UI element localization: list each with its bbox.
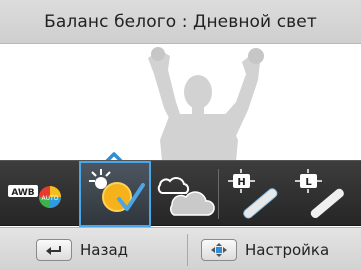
option-auto-wb[interactable]: AWB AUTO bbox=[4, 161, 74, 227]
fluorescent-l-label: L bbox=[305, 177, 312, 188]
settings-button[interactable]: Настройка bbox=[201, 228, 329, 270]
fluorescent-h-label: H bbox=[237, 177, 245, 188]
daylight-icon bbox=[89, 169, 145, 212]
back-key-icon bbox=[36, 238, 72, 261]
awb-label: AWB bbox=[11, 188, 34, 198]
fluorescent-l-icon: L bbox=[295, 169, 344, 219]
option-fluorescent-h[interactable]: H bbox=[220, 161, 286, 227]
cloudy-icon bbox=[157, 177, 215, 216]
settings-label: Настройка bbox=[245, 240, 330, 259]
awb-auto-label: AUTO bbox=[42, 195, 59, 202]
option-daylight[interactable] bbox=[79, 161, 151, 227]
option-cloudy[interactable] bbox=[152, 161, 218, 227]
return-arrow-icon bbox=[46, 245, 61, 255]
dpad-icon bbox=[211, 242, 227, 257]
fluorescent-h-icon: H bbox=[228, 169, 278, 219]
back-button[interactable]: Назад bbox=[36, 228, 128, 270]
bottom-bar-divider bbox=[187, 234, 188, 266]
camera-screen: Баланс белого : Дневной свет AWB AUTO H … bbox=[0, 0, 361, 270]
page-title: Баланс белого : Дневной свет bbox=[44, 11, 317, 32]
title-bar: Баланс белого : Дневной свет bbox=[0, 0, 361, 44]
white-balance-strip: AWB AUTO H L bbox=[0, 160, 361, 227]
dpad-key-icon bbox=[201, 238, 237, 261]
strip-divider bbox=[218, 169, 219, 219]
auto-wb-icon: AWB AUTO bbox=[8, 185, 61, 208]
bottom-bar: Назад Настройка bbox=[0, 227, 361, 270]
option-fluorescent-l[interactable]: L bbox=[287, 161, 353, 227]
back-label: Назад bbox=[80, 240, 129, 259]
